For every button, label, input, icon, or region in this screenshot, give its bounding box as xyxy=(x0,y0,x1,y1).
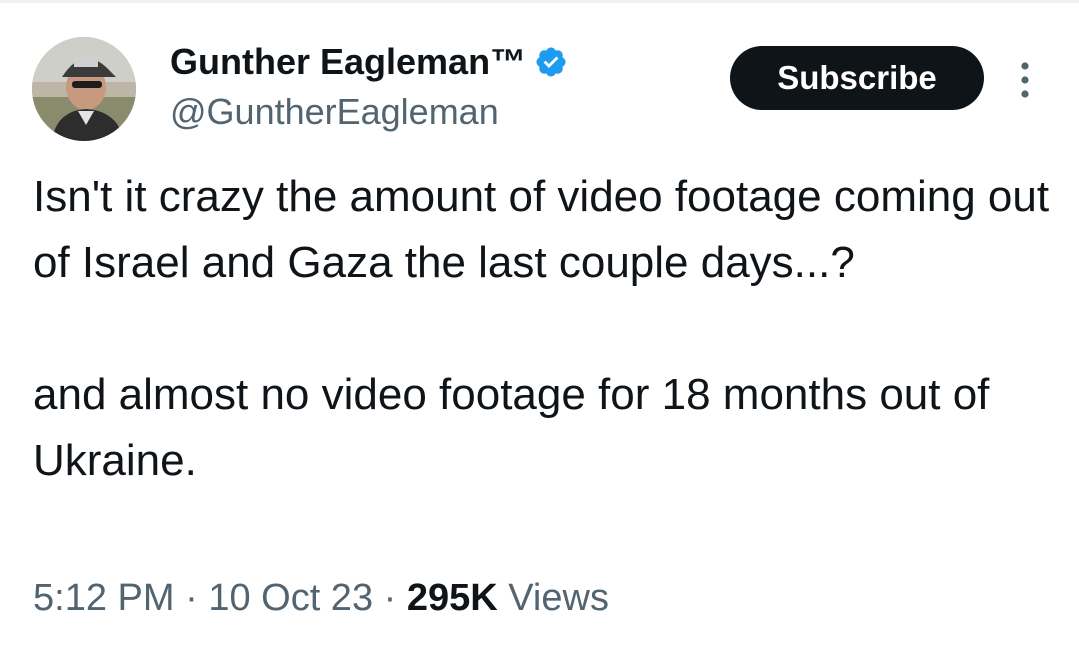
meta-separator: · xyxy=(383,577,397,619)
tweet-date[interactable]: 10 Oct 23 xyxy=(208,577,373,619)
tweet-paragraph-1: Isn't it crazy the amount of video foota… xyxy=(33,172,1050,287)
verified-badge-icon xyxy=(536,47,566,77)
tweet-time[interactable]: 5:12 PM xyxy=(33,577,175,619)
avatar-photo xyxy=(32,37,136,141)
views-label: Views xyxy=(508,577,609,619)
tweet-text: Isn't it crazy the amount of video foota… xyxy=(33,164,1063,494)
tweet-paragraph-2: and almost no video footage for 18 month… xyxy=(33,370,990,485)
subscribe-button[interactable]: Subscribe xyxy=(730,46,984,110)
meta-separator: · xyxy=(185,577,198,619)
views-count: 295K xyxy=(406,577,498,619)
avatar[interactable] xyxy=(32,37,136,141)
author-handle[interactable]: @GuntherEagleman xyxy=(170,90,499,134)
author-name-row[interactable]: Gunther Eagleman™ xyxy=(170,40,568,84)
tweet-meta: 5:12 PM · 10 Oct 23 · 295K Views xyxy=(33,574,609,622)
top-divider xyxy=(0,0,1079,3)
display-name[interactable]: Gunther Eagleman™ xyxy=(170,40,526,84)
more-vertical-icon[interactable] xyxy=(1014,60,1036,100)
